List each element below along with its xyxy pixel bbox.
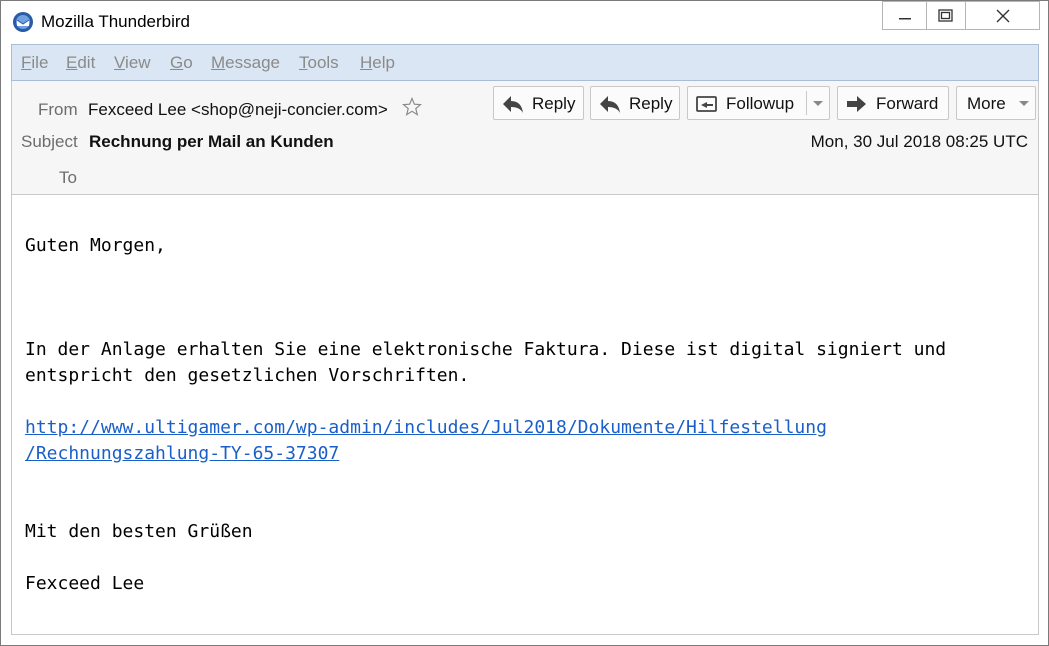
close-button[interactable] xyxy=(966,1,1040,30)
menu-bar: File Edit View Go Message Tools Help xyxy=(11,44,1039,81)
more-button[interactable]: More xyxy=(956,86,1036,120)
thunderbird-logo-icon xyxy=(13,12,33,32)
minimize-icon xyxy=(898,17,911,19)
minimize-button[interactable] xyxy=(882,1,926,30)
body-line-1: In der Anlage erhalten Sie eine elektron… xyxy=(25,339,947,360)
to-label: To xyxy=(59,168,77,187)
menu-help-label: elp xyxy=(372,53,395,72)
menu-help[interactable]: Help xyxy=(360,53,395,73)
menu-file[interactable]: File xyxy=(21,53,48,73)
restore-icon xyxy=(938,8,953,22)
forward-button[interactable]: Forward xyxy=(837,86,949,120)
reply-button[interactable]: Reply xyxy=(493,86,584,120)
menu-message[interactable]: Message xyxy=(211,53,280,73)
from-value[interactable]: Fexceed Lee <shop@neji-concier.com> xyxy=(88,100,388,120)
subject-value: Rechnung per Mail an Kunden xyxy=(89,132,334,151)
menu-file-label: ile xyxy=(31,53,49,72)
menu-tools-label: ools xyxy=(307,53,339,72)
menu-tools[interactable]: Tools xyxy=(299,53,339,73)
menu-edit-label: dit xyxy=(77,53,96,72)
window-title: Mozilla Thunderbird xyxy=(41,12,190,31)
message-body: Guten Morgen, In der Anlage erhalten Sie… xyxy=(11,195,1039,635)
menu-tools-accel: T xyxy=(299,53,308,72)
menu-message-accel: M xyxy=(211,53,226,72)
thunderbird-window: Mozilla Thunderbird File Edit View Go Me… xyxy=(0,0,1049,646)
message-date: Mon, 30 Jul 2018 08:25 UTC xyxy=(810,132,1028,151)
menu-help-accel: H xyxy=(360,53,373,72)
menu-go-label: o xyxy=(183,53,193,72)
menu-message-label: essage xyxy=(225,53,280,72)
followup-button[interactable]: Followup xyxy=(687,86,830,120)
reply-icon xyxy=(503,96,523,113)
body-line-2: entspricht den gesetzlichen Vorschriften… xyxy=(25,365,470,386)
body-link-part-2[interactable]: /Rechnungszahlung-TY-65-37307 xyxy=(25,443,339,464)
menu-view-label: iew xyxy=(125,53,151,72)
forward-label: Forward xyxy=(876,94,939,113)
body-signature: Fexceed Lee xyxy=(25,573,145,594)
followup-split-divider xyxy=(806,91,807,115)
reply-all-label: Reply xyxy=(629,94,673,113)
followup-label: Followup xyxy=(726,94,795,113)
menu-edit[interactable]: Edit xyxy=(66,53,95,73)
menu-go[interactable]: Go xyxy=(170,53,193,73)
menu-edit-accel: E xyxy=(66,53,78,72)
followup-icon xyxy=(696,96,717,112)
more-dropdown-icon xyxy=(1019,101,1029,106)
title-bar: Mozilla Thunderbird xyxy=(1,1,1048,44)
followup-dropdown-icon[interactable] xyxy=(812,100,824,108)
body-closing: Mit den besten Grüßen xyxy=(25,521,253,542)
more-label: More xyxy=(967,94,1006,113)
body-greeting: Guten Morgen, xyxy=(25,235,166,256)
forward-arrow-icon xyxy=(847,96,866,112)
menu-view-accel: V xyxy=(114,53,126,72)
reply-label: Reply xyxy=(532,94,576,113)
reply-all-button[interactable]: Reply xyxy=(590,86,680,120)
from-label: From xyxy=(38,100,78,119)
menu-file-accel: F xyxy=(21,53,32,72)
subject-label: Subject xyxy=(21,132,78,151)
menu-go-accel: G xyxy=(170,53,184,72)
reply-all-icon xyxy=(600,96,620,113)
maximize-button[interactable] xyxy=(926,1,966,30)
close-icon xyxy=(996,9,1009,22)
menu-view[interactable]: View xyxy=(114,53,151,73)
message-header-pane: From Fexceed Lee <shop@neji-concier.com>… xyxy=(11,81,1039,195)
body-link-part-1[interactable]: http://www.ultigamer.com/wp-admin/includ… xyxy=(25,417,827,438)
star-icon[interactable] xyxy=(402,97,422,117)
